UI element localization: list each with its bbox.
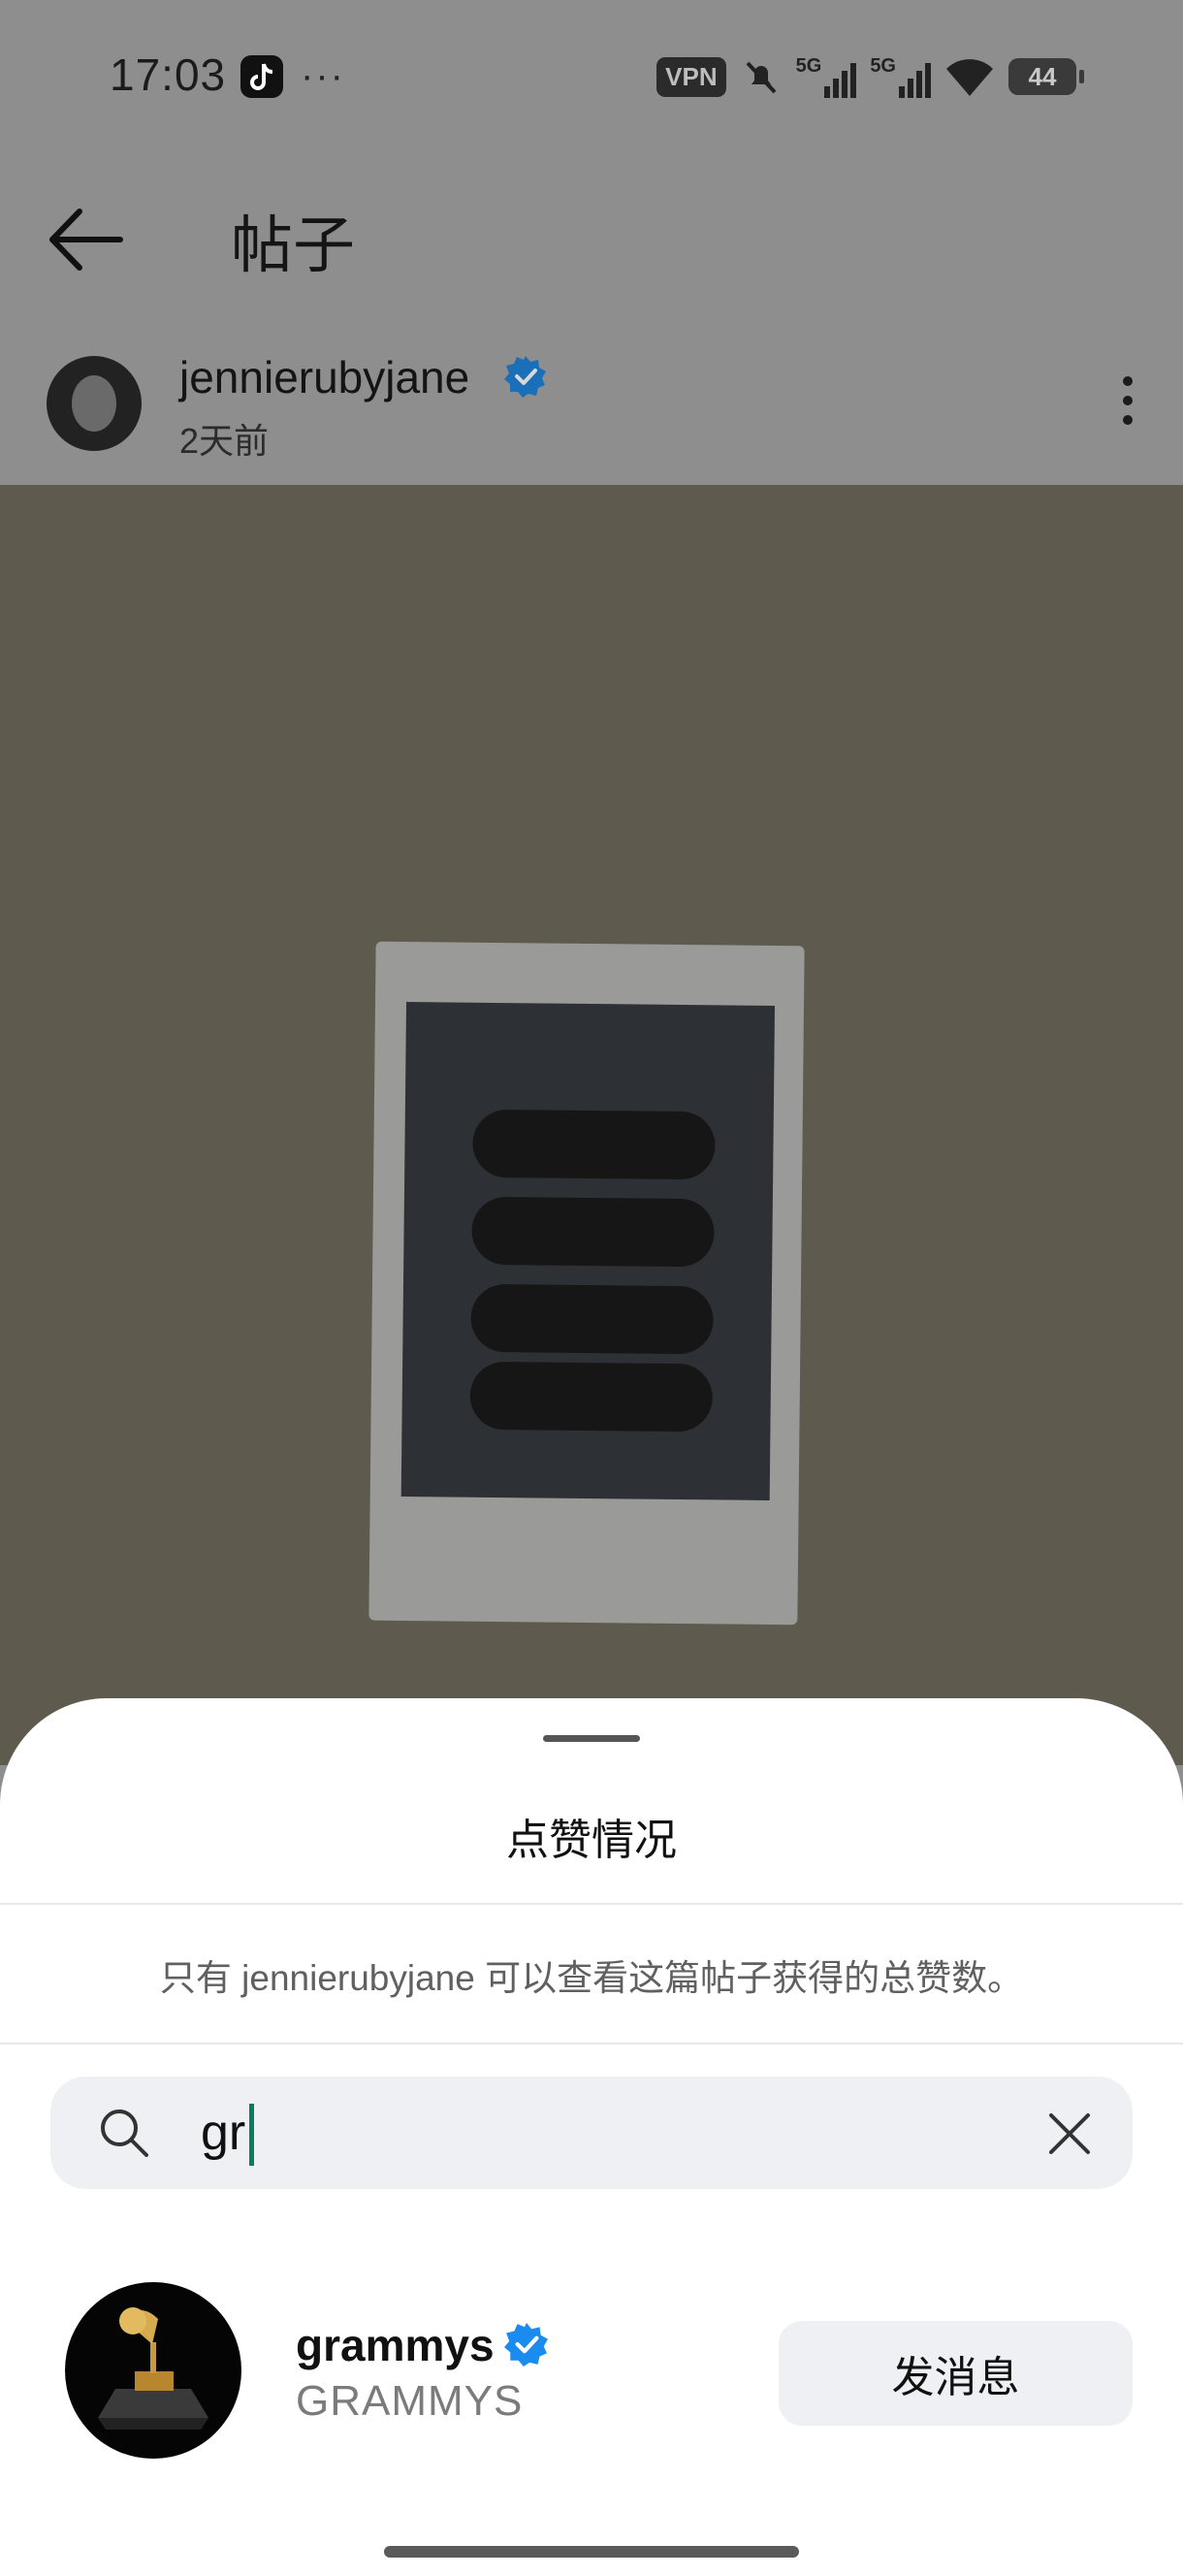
author-username[interactable]: jennierubyjane	[179, 351, 469, 403]
signal-5g-label: 5G	[795, 55, 822, 77]
author-avatar[interactable]	[47, 356, 142, 451]
signal-5g-icon-2: 5G	[870, 55, 931, 98]
sheet-title: 点赞情况	[506, 1817, 677, 1864]
more-options-icon[interactable]	[1123, 376, 1135, 435]
signal-5g-label-2: 5G	[870, 55, 896, 77]
vpn-badge: VPN	[656, 56, 726, 97]
user-list-item[interactable]: grammys GRAMMYS 发消息	[0, 2227, 1183, 2459]
avatar-photo	[72, 375, 116, 432]
verified-badge-icon	[504, 356, 546, 398]
post-timestamp: 2天前	[179, 421, 270, 461]
sheet-drag-handle[interactable]	[543, 1735, 640, 1742]
top-bar: 帖子	[0, 155, 1183, 320]
signal-5g-icon: 5G	[796, 55, 857, 98]
battery-icon: 44	[1008, 58, 1084, 95]
notification-overflow-icon: ···	[301, 54, 345, 97]
page-title: 帖子	[231, 210, 355, 280]
grammys-avatar[interactable]	[65, 2282, 241, 2459]
verified-badge-icon	[504, 2323, 548, 2367]
send-message-button[interactable]: 发消息	[779, 2321, 1133, 2426]
status-icons: VPN 5G 5G 44	[656, 52, 1084, 101]
divider	[0, 2043, 1183, 2045]
likes-bottom-sheet: 点赞情况 只有 jennierubyjane 可以查看这篇帖子获得的总赞数。 g…	[0, 1698, 1183, 2576]
grammy-trophy-icon	[98, 2307, 208, 2430]
search-value[interactable]: gr	[201, 2106, 245, 2160]
mute-bell-icon	[746, 61, 777, 94]
divider	[0, 1903, 1183, 1905]
likes-privacy-notice: 只有 jennierubyjane 可以查看这篇帖子获得的总赞数。	[159, 1958, 1024, 1998]
search-input[interactable]: gr	[50, 2077, 1133, 2189]
text-cursor	[249, 2104, 254, 2166]
back-arrow-icon[interactable]	[47, 206, 124, 274]
result-username[interactable]: grammys	[296, 2319, 495, 2371]
wifi-icon	[946, 59, 993, 96]
polaroid-photo	[368, 941, 805, 1626]
result-display-name: GRAMMYS	[296, 2377, 524, 2425]
post-image	[0, 485, 1183, 1765]
polaroid-picture	[400, 1002, 776, 1500]
search-icon	[101, 2109, 148, 2157]
post-header: jennierubyjane 2天前	[0, 330, 1183, 485]
status-time: 17:03	[110, 49, 227, 100]
status-bar: 17:03 ··· VPN 5G 5G 44	[0, 0, 1183, 155]
home-indicator[interactable]	[384, 2546, 799, 2558]
tiktok-app-icon	[240, 55, 283, 98]
clear-search-icon[interactable]	[1045, 2109, 1094, 2158]
